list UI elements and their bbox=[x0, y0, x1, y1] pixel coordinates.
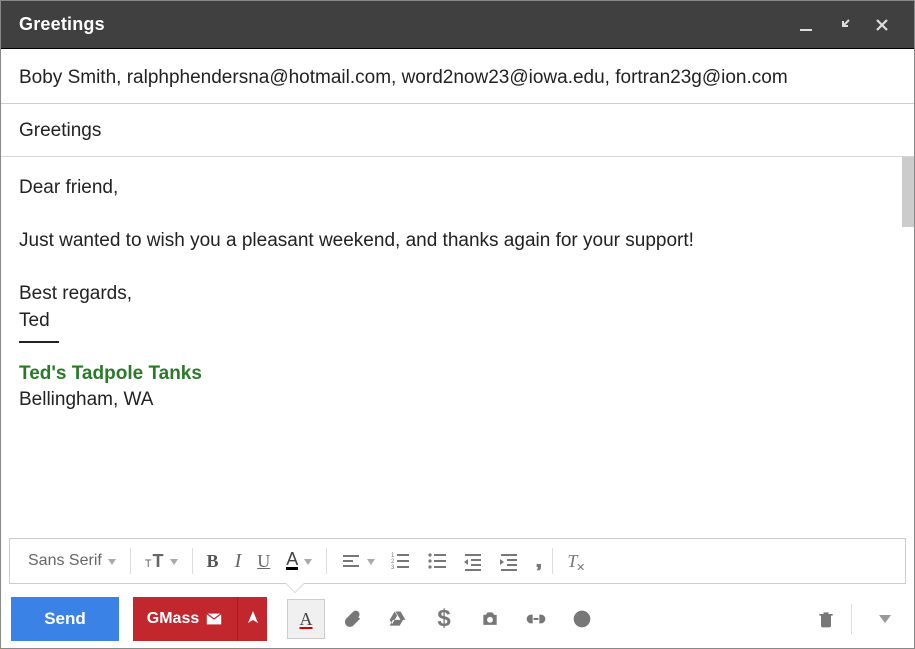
paperclip-icon bbox=[342, 609, 362, 629]
chevron-down-icon bbox=[304, 552, 312, 570]
separator bbox=[192, 548, 193, 574]
window-title: Greetings bbox=[19, 14, 782, 35]
underline-button[interactable]: U bbox=[249, 543, 278, 579]
indent-more-button[interactable] bbox=[491, 543, 527, 579]
gmass-label: GMass bbox=[147, 610, 199, 628]
link-icon bbox=[526, 609, 546, 629]
font-size-select[interactable]: TT bbox=[137, 543, 186, 579]
signature-separator bbox=[19, 341, 59, 343]
text-color-icon: A bbox=[286, 552, 298, 570]
toolbar-notch bbox=[285, 582, 305, 592]
subject-field[interactable]: Greetings bbox=[1, 104, 914, 157]
gmass-button[interactable]: GMass bbox=[133, 597, 237, 641]
compose-window: Greetings Boby Smith, ralphphendersna@ho… bbox=[1, 1, 914, 648]
gmass-group: GMass bbox=[133, 597, 267, 641]
separator bbox=[552, 548, 553, 574]
recipients-text: Boby Smith, ralphphendersna@hotmail.com,… bbox=[19, 67, 788, 88]
indent-more-icon bbox=[499, 551, 519, 571]
formatting-toolbar: Sans Serif TT B I U A 123 bbox=[9, 538, 906, 584]
text-color-button[interactable]: A bbox=[278, 543, 320, 579]
insert-money-button[interactable]: $ bbox=[425, 599, 463, 639]
message-body[interactable]: Dear friend, Just wanted to wish you a p… bbox=[1, 157, 914, 538]
signature-company: Ted's Tadpole Tanks bbox=[19, 361, 896, 388]
gmass-dropdown[interactable] bbox=[237, 597, 267, 641]
recipients-field[interactable]: Boby Smith, ralphphendersna@hotmail.com,… bbox=[1, 49, 914, 104]
trash-icon bbox=[816, 609, 836, 629]
font-size-icon: TT bbox=[145, 551, 164, 572]
subject-text: Greetings bbox=[19, 120, 101, 141]
scrollbar[interactable] bbox=[902, 157, 914, 227]
chevron-down-icon bbox=[108, 552, 116, 570]
numbered-list-icon: 123 bbox=[391, 551, 411, 571]
indent-less-button[interactable] bbox=[455, 543, 491, 579]
pop-in-icon[interactable] bbox=[830, 11, 858, 39]
chevron-down-icon bbox=[170, 552, 178, 570]
body-line: Just wanted to wish you a pleasant weeke… bbox=[19, 228, 896, 255]
quote-icon: ,, bbox=[535, 550, 538, 573]
minimize-button[interactable] bbox=[792, 11, 820, 39]
chevron-down-icon bbox=[879, 615, 891, 623]
signature-location: Bellingham, WA bbox=[19, 387, 896, 414]
body-line: Best regards, bbox=[19, 281, 896, 308]
font-family-label: Sans Serif bbox=[28, 552, 102, 570]
font-family-select[interactable]: Sans Serif bbox=[20, 543, 124, 579]
insert-photo-button[interactable] bbox=[471, 599, 509, 639]
svg-text:3: 3 bbox=[391, 565, 395, 571]
quote-button[interactable]: ,, bbox=[527, 543, 546, 579]
indent-less-icon bbox=[463, 551, 483, 571]
bottom-toolbar: Send GMass A $ bbox=[1, 590, 914, 648]
gmass-arrow-icon bbox=[247, 611, 259, 627]
camera-icon bbox=[480, 609, 500, 629]
remove-format-icon: T✕ bbox=[567, 551, 577, 572]
format-a-icon: A bbox=[300, 609, 313, 630]
italic-button[interactable]: I bbox=[227, 543, 250, 579]
align-left-icon bbox=[341, 551, 361, 571]
bold-button[interactable]: B bbox=[199, 543, 227, 579]
toggle-formatting-button[interactable]: A bbox=[287, 599, 325, 639]
body-line: Dear friend, bbox=[19, 175, 896, 202]
title-bar: Greetings bbox=[1, 1, 914, 49]
close-button[interactable] bbox=[868, 11, 896, 39]
separator bbox=[326, 548, 327, 574]
more-options-button[interactable] bbox=[866, 599, 904, 639]
discard-draft-button[interactable] bbox=[807, 599, 845, 639]
attach-file-button[interactable] bbox=[333, 599, 371, 639]
remove-formatting-button[interactable]: T✕ bbox=[559, 543, 585, 579]
chevron-down-icon bbox=[367, 552, 375, 570]
body-line: Ted bbox=[19, 308, 896, 335]
gmass-envelope-icon bbox=[205, 610, 223, 628]
separator bbox=[851, 604, 852, 634]
bullet-list-icon bbox=[427, 551, 447, 571]
numbered-list-button[interactable]: 123 bbox=[383, 543, 419, 579]
smiley-icon bbox=[572, 609, 592, 629]
insert-drive-button[interactable] bbox=[379, 599, 417, 639]
separator bbox=[130, 548, 131, 574]
bullet-list-button[interactable] bbox=[419, 543, 455, 579]
align-button[interactable] bbox=[333, 543, 383, 579]
send-button[interactable]: Send bbox=[11, 597, 119, 641]
drive-icon bbox=[388, 609, 408, 629]
insert-link-button[interactable] bbox=[517, 599, 555, 639]
insert-emoji-button[interactable] bbox=[563, 599, 601, 639]
